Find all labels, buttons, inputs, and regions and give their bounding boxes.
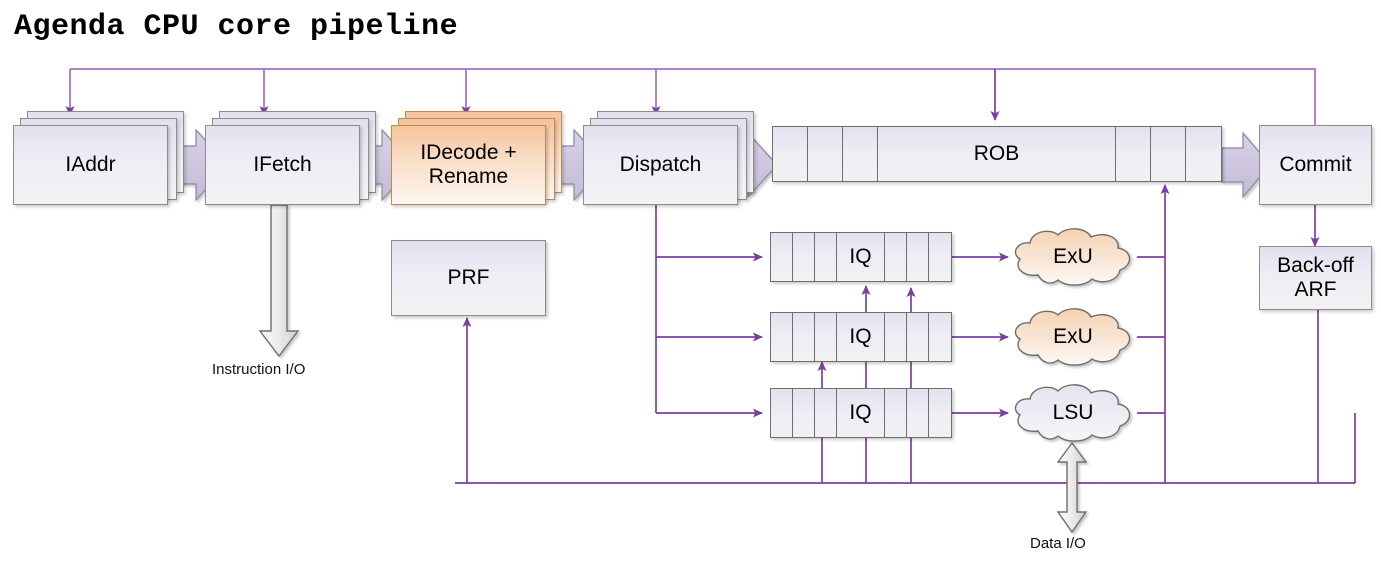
back-off-arf[interactable]: Back-off ARF [1259, 246, 1372, 310]
iq-cell[interactable] [771, 233, 793, 281]
prf-label: PRF [447, 266, 490, 290]
iq-cell[interactable] [793, 313, 815, 361]
iq-cell[interactable] [929, 233, 951, 281]
rob-cell[interactable] [808, 127, 843, 181]
iq-cell[interactable] [929, 313, 951, 361]
exec-unit-exu-0[interactable]: ExU [1008, 225, 1138, 289]
iq-label-cell: IQ [837, 389, 885, 437]
iq-cell[interactable] [929, 389, 951, 437]
rob-cell[interactable] [1186, 127, 1221, 181]
stage-commit-label: Commit [1279, 153, 1352, 177]
instruction-io-label: Instruction I/O [212, 361, 306, 378]
iq-cell[interactable] [815, 313, 837, 361]
stage-idecode-rename-label: IDecode + Rename [420, 141, 517, 188]
stage-ifetch[interactable]: IFetch [205, 125, 360, 205]
stage-commit[interactable]: Commit [1259, 125, 1372, 205]
issue-queue-2[interactable]: IQ [770, 388, 952, 438]
stage-dispatch-label: Dispatch [619, 153, 702, 177]
data-io-arrow [1056, 441, 1088, 534]
rob-label-cell: ROB [878, 127, 1116, 181]
iq-cell[interactable] [885, 389, 907, 437]
iq-cell[interactable] [771, 389, 793, 437]
iq-cell[interactable] [771, 313, 793, 361]
iq-cell[interactable] [907, 233, 929, 281]
rob-bar[interactable]: ROB [772, 126, 1222, 182]
iq-label-cell: IQ [837, 313, 885, 361]
iq-label: IQ [849, 245, 872, 268]
iq-cell[interactable] [885, 233, 907, 281]
stage-ifetch-label: IFetch [253, 153, 312, 177]
data-io-label: Data I/O [1030, 535, 1086, 552]
iq-cell[interactable] [815, 233, 837, 281]
iq-label-cell: IQ [837, 233, 885, 281]
rob-label: ROB [973, 142, 1020, 165]
connector-layer [65, 68, 1356, 534]
iq-cell[interactable] [907, 389, 929, 437]
iq-cell[interactable] [885, 313, 907, 361]
iq-label: IQ [849, 401, 872, 424]
stage-iaddr[interactable]: IAddr [13, 125, 168, 205]
diagram-canvas: Agenda CPU core pipeline IAddr IFetch ID… [0, 0, 1381, 566]
back-off-arf-label-line2: ARF [1294, 278, 1337, 301]
issue-queue-0[interactable]: IQ [770, 232, 952, 282]
issue-queue-1[interactable]: IQ [770, 312, 952, 362]
iq-cell[interactable] [815, 389, 837, 437]
stage-idecode-rename[interactable]: IDecode + Rename [391, 125, 546, 205]
stage-iaddr-label: IAddr [65, 153, 116, 177]
rob-cell[interactable] [1151, 127, 1186, 181]
exec-unit-exu-1[interactable]: ExU [1008, 305, 1138, 369]
iq-cell[interactable] [907, 313, 929, 361]
rob-cell[interactable] [843, 127, 878, 181]
iq-label: IQ [849, 325, 872, 348]
rob-cell[interactable] [773, 127, 808, 181]
exec-unit-lsu[interactable]: LSU [1008, 381, 1138, 445]
prf-block[interactable]: PRF [391, 240, 546, 316]
instruction-io-arrow [258, 204, 300, 358]
iq-cell[interactable] [793, 233, 815, 281]
iq-cell[interactable] [793, 389, 815, 437]
rob-cell[interactable] [1116, 127, 1151, 181]
stage-dispatch[interactable]: Dispatch [583, 125, 738, 205]
back-off-arf-label-line1: Back-off [1277, 254, 1354, 278]
